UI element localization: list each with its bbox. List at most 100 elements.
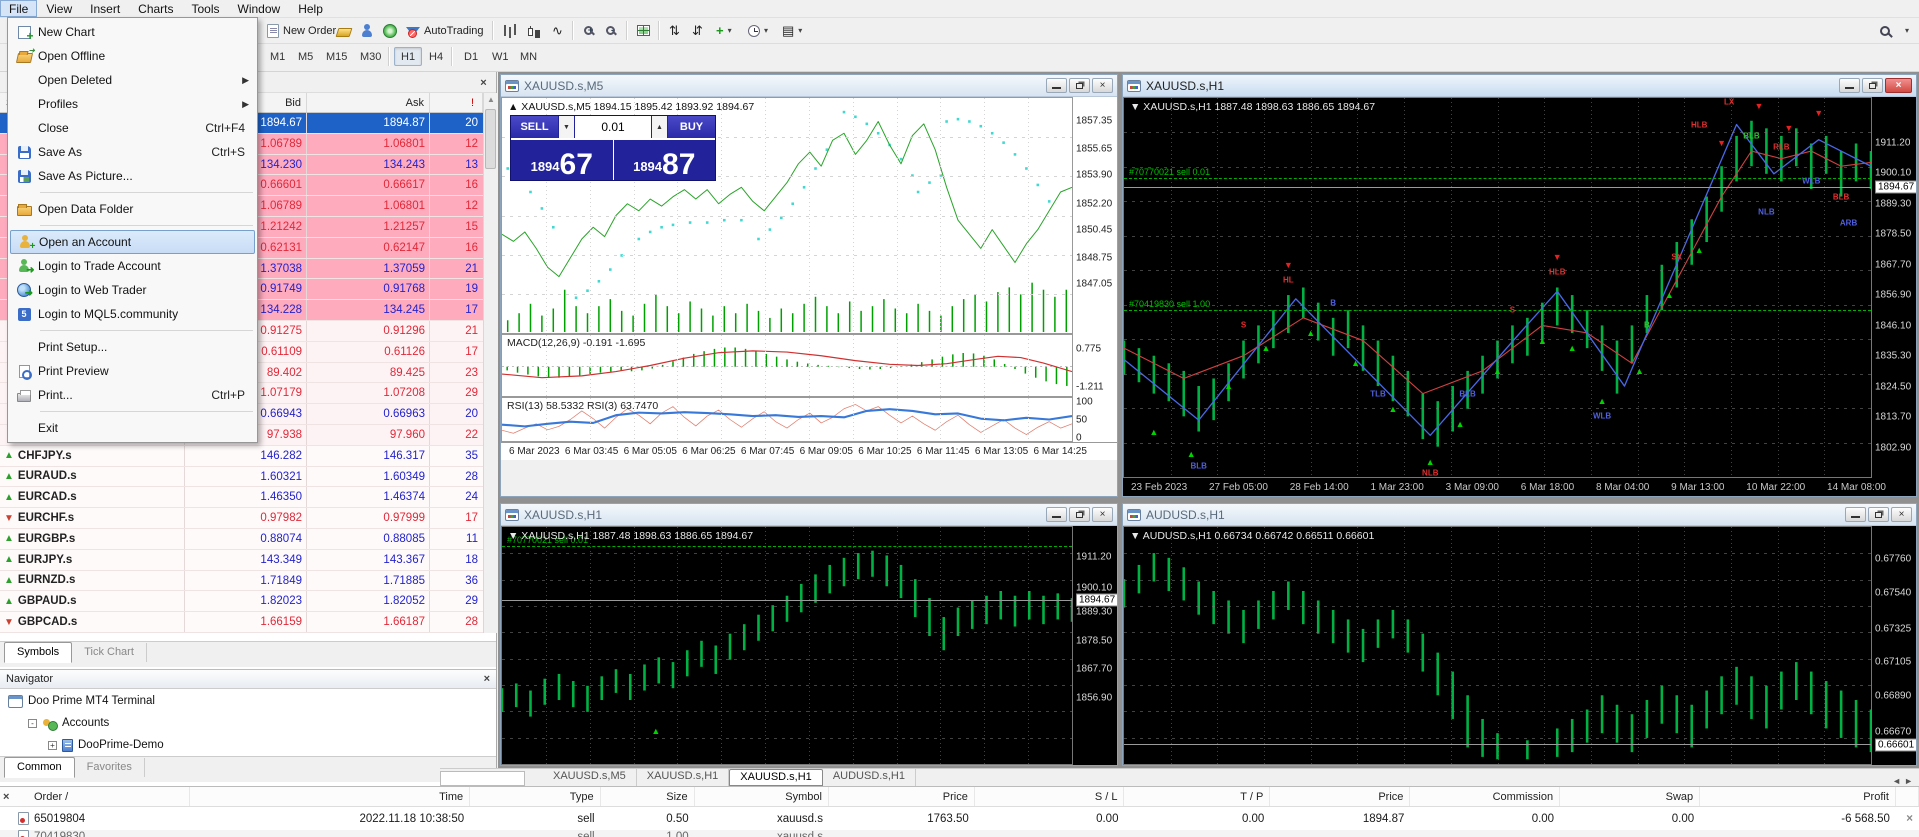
menu-item-insert[interactable]: Insert (81, 0, 129, 17)
timeframe-button-m30[interactable]: M30 (353, 47, 388, 66)
market-watch-close-icon[interactable]: × (477, 77, 490, 90)
sell-button[interactable]: SELL (511, 116, 558, 138)
column-header-spread[interactable]: ! (430, 93, 483, 112)
autotrading-button[interactable]: AutoTrading (402, 20, 488, 41)
menu-item-window[interactable]: Window (229, 0, 290, 17)
restore-button[interactable] (1868, 507, 1889, 522)
expand-icon[interactable]: + (48, 741, 57, 750)
bar-chart-icon[interactable] (500, 20, 520, 41)
minimize-button[interactable] (1046, 507, 1067, 522)
timeframe-button-m5[interactable]: M5 (291, 47, 320, 66)
terminal-column-11[interactable]: Profit (1700, 787, 1896, 806)
chart-tab-1[interactable]: XAUUSD.s,H1 (637, 769, 730, 786)
lot-decrease-button[interactable]: ▼ (559, 116, 574, 138)
chart-window-title-bar[interactable]: AUDUSD.s,H1× (1123, 504, 1916, 526)
market-watch-row[interactable]: ▲CHFJPY.s146.282146.31735 (0, 446, 483, 467)
chart-tab-0[interactable]: XAUUSD.s,M5 (543, 769, 637, 786)
lot-increase-button[interactable]: ▲ (652, 116, 667, 138)
menu-item-view[interactable]: View (37, 0, 81, 17)
close-order-icon[interactable] (1896, 830, 1919, 837)
navigator-item-2[interactable]: +DooPrime-Demo (0, 734, 496, 756)
timeframe-button-w1[interactable]: W1 (485, 47, 516, 66)
order-row[interactable]: 70419830sell1.00xauusd.s (0, 830, 1919, 837)
timeframe-button-d1[interactable]: D1 (457, 47, 485, 66)
buy-button[interactable]: BUY (668, 116, 715, 138)
market-watch-row[interactable]: ▲EURGBP.s0.880740.8808511 (0, 529, 483, 550)
tab-scroll-right-icon[interactable]: ► (1904, 776, 1913, 786)
file-menu-item-print-[interactable]: Print...Ctrl+P (10, 383, 255, 407)
terminal-column-8[interactable]: Price (1270, 787, 1410, 806)
file-menu-item-save-as[interactable]: Save AsCtrl+S (10, 140, 255, 164)
chart-plot-area[interactable]: MACD(12,26,9) -0.191 -1.695 (501, 334, 1073, 397)
toolbar-overflow-icon[interactable]: ▾ (1901, 20, 1913, 41)
chart-window-title-bar[interactable]: XAUUSD.s,M5× (501, 75, 1117, 97)
price-scale[interactable]: 1911.201900.101894.671889.301878.501867.… (1872, 97, 1916, 478)
file-menu-item-open-data-folder[interactable]: Open Data Folder (10, 197, 255, 221)
metaeditor-icon[interactable] (356, 20, 379, 41)
menu-item-tools[interactable]: Tools (183, 0, 229, 17)
file-menu-item-login-to-mql5-community[interactable]: 5Login to MQL5.community (10, 302, 255, 326)
scrollbar-thumb[interactable] (485, 109, 496, 169)
minimize-button[interactable] (1839, 78, 1860, 93)
chart-plot-area[interactable]: #70770021 sell 0.01#70419830 sell 1.00▲▲… (1123, 97, 1872, 478)
file-menu-item-login-to-trade-account[interactable]: ➜Login to Trade Account (10, 254, 255, 278)
minimize-button[interactable] (1845, 507, 1866, 522)
file-menu-item-save-as-picture-[interactable]: Save As Picture... (10, 164, 255, 188)
timeframe-button-h4[interactable]: H4 (422, 47, 450, 66)
file-menu-item-print-preview[interactable]: Print Preview (10, 359, 255, 383)
file-menu-item-open-offline[interactable]: Open Offline (10, 44, 255, 68)
close-button[interactable]: × (1891, 507, 1912, 522)
menu-item-help[interactable]: Help (289, 0, 332, 17)
collapse-icon[interactable]: - (28, 719, 37, 728)
navigator-item-0[interactable]: Doo Prime MT4 Terminal (0, 690, 496, 712)
timeframe-button-mn[interactable]: MN (513, 47, 544, 66)
market-watch-row[interactable]: ▲EURJPY.s143.349143.36718 (0, 550, 483, 571)
tab-common[interactable]: Common (4, 757, 75, 778)
file-menu-item-close[interactable]: CloseCtrl+F4 (10, 116, 255, 140)
chart-plot-area[interactable]: ▼ AUDUSD.s,H1 0.66734 0.66742 0.66511 0.… (1123, 526, 1872, 765)
chart-plot-area[interactable]: #70770021 sell 0.01▲▼ XAUUSD.s,H1 1887.4… (501, 526, 1073, 765)
price-scale[interactable]: 1911.201900.101894.671889.301878.501867.… (1073, 526, 1117, 765)
chart-tab-2[interactable]: XAUUSD.s,H1 (729, 769, 823, 786)
terminal-column-6[interactable]: S / L (975, 787, 1125, 806)
terminal-column-2[interactable]: Type (470, 787, 600, 806)
menu-item-charts[interactable]: Charts (129, 0, 182, 17)
arrange-descending-icon[interactable]: ⇵ (688, 20, 707, 41)
navigator-item-1[interactable]: -Accounts (0, 712, 496, 734)
price-scale[interactable]: 0.677600.675400.673250.671050.668900.666… (1872, 526, 1916, 765)
templates-button[interactable]: ▤▾ (778, 20, 806, 41)
zoom-out-icon[interactable]: - (602, 20, 619, 41)
tile-windows-icon[interactable] (633, 20, 654, 41)
close-button[interactable]: × (1092, 78, 1113, 93)
file-menu-item-login-to-web-trader[interactable]: ➜Login to Web Trader (10, 278, 255, 302)
add-indicator-button[interactable]: +▾ (712, 20, 736, 41)
file-menu-item-new-chart[interactable]: New Chart (10, 20, 255, 44)
market-watch-row[interactable]: ▲EURNZD.s1.718491.7188536 (0, 571, 483, 592)
terminal-column-3[interactable]: Size (601, 787, 695, 806)
candlestick-chart-icon[interactable] (524, 20, 545, 41)
market-watch-row[interactable]: ▲EURAUD.s1.603211.6034928 (0, 467, 483, 488)
terminal-column-1[interactable]: Time (190, 787, 470, 806)
signals-icon[interactable] (379, 20, 401, 41)
scrollbar-up-arrow[interactable]: ▲ (486, 95, 496, 106)
price-scale[interactable]: 100500 (1073, 397, 1117, 442)
menu-item-file[interactable]: File (0, 0, 37, 17)
timeframe-button-h1[interactable]: H1 (394, 47, 422, 66)
chart-window-title-bar[interactable]: XAUUSD.s,H1× (501, 504, 1117, 526)
tab-favorites[interactable]: Favorites (75, 758, 145, 777)
order-row[interactable]: 650198042022.11.18 10:38:50sell0.50xauus… (0, 807, 1919, 830)
search-icon[interactable] (1876, 20, 1894, 41)
periods-button[interactable]: ▾ (744, 20, 772, 41)
chart-tab-3[interactable]: AUDUSD.s,H1 (823, 769, 916, 786)
gold-icon[interactable] (333, 20, 355, 41)
arrange-ascending-icon[interactable]: ⇅ (665, 20, 684, 41)
tab-tick-chart[interactable]: Tick Chart (72, 643, 147, 662)
chart-window-title-bar[interactable]: XAUUSD.s,H1× (1123, 75, 1916, 97)
chart-plot-area[interactable]: ▲ XAUUSD.s,M5 1894.15 1895.42 1893.92 18… (501, 97, 1073, 334)
market-watch-row[interactable]: ▼EURCHF.s0.979820.9799917 (0, 508, 483, 529)
terminal-column-9[interactable]: Commission (1410, 787, 1560, 806)
terminal-column-10[interactable]: Swap (1560, 787, 1700, 806)
restore-button[interactable] (1069, 78, 1090, 93)
file-menu-item-exit[interactable]: Exit (10, 416, 255, 440)
file-menu-item-print-setup-[interactable]: Print Setup... (10, 335, 255, 359)
